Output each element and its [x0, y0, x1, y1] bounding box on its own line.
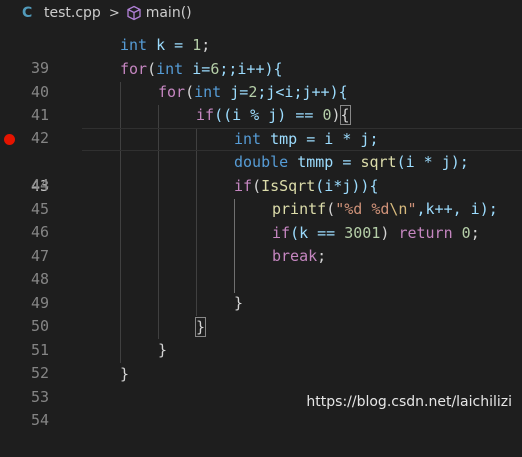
code-text[interactable]: if(k == 3001) return 0; [272, 222, 480, 245]
code-line[interactable]: 50 } [0, 292, 522, 335]
code-text[interactable]: double tmmp = sqrt(i * j); [234, 151, 469, 174]
code-line[interactable]: 51 } [0, 316, 522, 359]
code-text[interactable]: for(int j=2;j<i;j++){ [158, 81, 348, 104]
code-line[interactable]: 47 if(k == 3001) return 0; [0, 222, 522, 265]
breadcrumb: C test.cpp > main() [0, 0, 522, 26]
breakpoint-icon[interactable] [4, 134, 15, 145]
code-line[interactable]: 39 int k = 1; [0, 34, 522, 77]
matched-bracket: } [194, 317, 207, 337]
code-text[interactable]: for(int i=6;;i++){ [120, 58, 283, 81]
code-text[interactable]: } [120, 363, 129, 386]
code-text[interactable]: int k = 1; [120, 34, 210, 57]
breadcrumb-file[interactable]: test.cpp [44, 5, 101, 21]
code-editor[interactable]: 39 int k = 1; 40 for(int i=6;;i++){ 41 f… [0, 0, 522, 429]
watermark: https://blog.csdn.net/laichilizi [306, 394, 512, 410]
code-line[interactable]: 46 printf("%d %d\n",k++, i); [0, 198, 522, 241]
code-text[interactable]: } [194, 316, 207, 339]
code-line[interactable]: 44 double tmmp = sqrt(i * j); [0, 151, 522, 194]
code-line[interactable]: 40 for(int i=6;;i++){ [0, 58, 522, 101]
code-text[interactable]: } [158, 339, 167, 362]
cpp-file-icon: C [22, 5, 33, 21]
cube-method-icon [127, 5, 141, 21]
code-line[interactable]: 45 if(IsSqrt(i*j)){ [0, 175, 522, 218]
code-text[interactable]: } [234, 292, 243, 315]
code-line[interactable]: 41 for(int j=2;j<i;j++){ [0, 81, 522, 124]
code-line[interactable]: 53 } [0, 363, 522, 406]
code-line[interactable]: 42 if((i % j) == 0){ [0, 104, 522, 147]
code-text[interactable]: break; [272, 245, 326, 268]
code-line[interactable]: 52 } [0, 339, 522, 382]
code-text[interactable]: int tmp = i * j; [234, 128, 379, 151]
code-text[interactable]: printf("%d %d\n",k++, i); [272, 198, 498, 221]
matched-bracket: { [339, 105, 351, 125]
breadcrumb-separator: > [108, 5, 120, 21]
breadcrumb-symbol[interactable]: main() [146, 5, 192, 21]
code-text[interactable]: if(IsSqrt(i*j)){ [234, 175, 379, 198]
code-line[interactable]: 48 break; [0, 245, 522, 288]
code-line-current[interactable]: 43 int tmp = i * j; [0, 128, 522, 195]
code-line[interactable]: 49 [0, 269, 522, 312]
line-number: 54 [30, 411, 49, 430]
code-text[interactable]: if((i % j) == 0){ [196, 104, 351, 127]
